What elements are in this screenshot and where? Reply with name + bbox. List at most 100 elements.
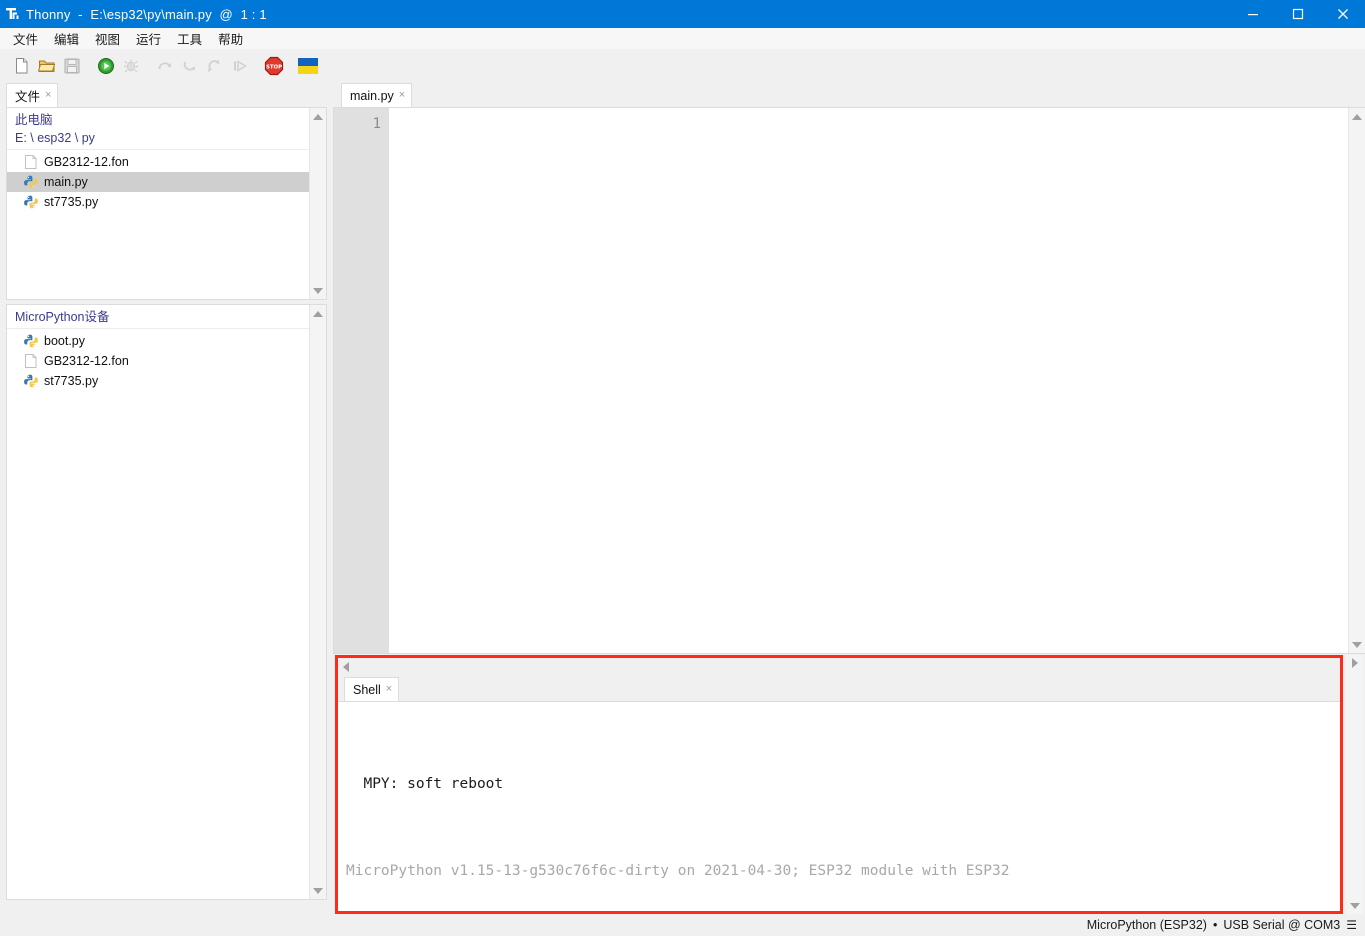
- files-panel-tabrow: 文件 ×: [0, 82, 333, 107]
- toolbar-sep-2: [143, 54, 152, 79]
- list-item[interactable]: main.py: [7, 172, 326, 192]
- toolbar-sep-3: [252, 54, 261, 79]
- close-button[interactable]: [1320, 0, 1365, 28]
- thonny-icon: [0, 0, 26, 28]
- list-item[interactable]: st7735.py: [7, 371, 326, 391]
- list-item[interactable]: GB2312-12.fon: [7, 152, 326, 172]
- shell-panel: Shell × MPY: soft reboot MicroPython v1.…: [335, 655, 1343, 914]
- editor-vscrollbar[interactable]: [1348, 108, 1365, 653]
- maximize-button[interactable]: [1275, 0, 1320, 28]
- files-path-label[interactable]: E: \ esp32 \ py: [15, 129, 95, 147]
- list-item-label: st7735.py: [44, 374, 99, 388]
- editor-text[interactable]: [391, 108, 1348, 653]
- editor-body: 1: [333, 107, 1365, 654]
- device-title: MicroPython设备: [15, 310, 110, 324]
- shell-right-scrollbar[interactable]: [1346, 655, 1363, 914]
- thonny-window: Thonny - E:\esp32\py\main.py @ 1 : 1 文件 …: [0, 0, 1365, 936]
- scroll-down-arrow[interactable]: [310, 882, 327, 899]
- status-separator: •: [1212, 918, 1218, 932]
- tab-shell-close[interactable]: ×: [386, 684, 392, 695]
- editor-area: main.py × 1: [333, 82, 1365, 654]
- debug-icon[interactable]: [118, 54, 143, 79]
- toolbar-pad: [0, 54, 9, 79]
- scroll-down-arrow[interactable]: [1346, 897, 1363, 914]
- status-menu-icon[interactable]: ☰: [1346, 918, 1357, 932]
- list-item-label: main.py: [44, 175, 88, 189]
- tab-main-py-label: main.py: [350, 88, 394, 103]
- resume-icon[interactable]: [227, 54, 252, 79]
- files-tree-list: GB2312-12.fon main.py st7735.py: [7, 150, 326, 212]
- device-tree: MicroPython设备 ☰ boot.py: [6, 304, 327, 900]
- sidebar: 文件 × 此电脑 E: \ esp32 \ py ☰: [0, 82, 333, 914]
- scroll-up-arrow[interactable]: [310, 305, 327, 322]
- shell-hscroll-row[interactable]: [338, 658, 1340, 676]
- tab-main-py[interactable]: main.py ×: [341, 83, 413, 107]
- status-connection[interactable]: USB Serial @ COM3: [1223, 918, 1340, 932]
- list-item-label: st7735.py: [44, 195, 99, 209]
- list-item[interactable]: boot.py: [7, 331, 326, 351]
- window-controls: [1230, 0, 1365, 28]
- list-item-label: GB2312-12.fon: [44, 354, 129, 368]
- device-tree-scrollbar[interactable]: [309, 305, 326, 899]
- menu-help[interactable]: 帮助: [210, 27, 251, 50]
- shell-tabrow: Shell ×: [338, 676, 1340, 701]
- toolbar: STOP: [0, 50, 1365, 82]
- menu-file[interactable]: 文件: [5, 27, 46, 50]
- python-file-icon: [23, 194, 38, 210]
- device-tree-header: MicroPython设备 ☰: [7, 305, 326, 329]
- files-tree-header: 此电脑 E: \ esp32 \ py ☰: [7, 108, 326, 150]
- files-root-label[interactable]: 此电脑: [15, 111, 95, 129]
- shell-output: MPY: soft reboot MicroPython v1.15-13-g5…: [338, 702, 1340, 936]
- ukraine-flag-icon[interactable]: [295, 54, 320, 79]
- step-out-icon[interactable]: [202, 54, 227, 79]
- menu-tools[interactable]: 工具: [169, 27, 210, 50]
- scroll-down-arrow[interactable]: [310, 282, 327, 299]
- menu-bar: 文件 编辑 视图 运行 工具 帮助: [0, 28, 1365, 50]
- shell-line: MPY: soft reboot: [346, 776, 504, 792]
- menu-view[interactable]: 视图: [87, 27, 128, 50]
- python-file-icon: [23, 373, 38, 389]
- scroll-down-arrow[interactable]: [1349, 636, 1365, 653]
- tab-files[interactable]: 文件 ×: [6, 83, 59, 107]
- device-tree-list: boot.py GB2312-12.fon st7735.py: [7, 329, 326, 391]
- list-item-label: boot.py: [44, 334, 86, 348]
- line-number: 1: [372, 116, 381, 132]
- editor-tabrow: main.py ×: [333, 82, 1365, 107]
- scroll-up-arrow[interactable]: [310, 108, 327, 125]
- shell-body[interactable]: MPY: soft reboot MicroPython v1.15-13-g5…: [338, 701, 1340, 911]
- minimize-button[interactable]: [1230, 0, 1275, 28]
- new-file-icon[interactable]: [9, 54, 34, 79]
- blank-file-icon: [23, 154, 38, 170]
- title-bar: Thonny - E:\esp32\py\main.py @ 1 : 1: [0, 0, 1365, 28]
- status-interpreter[interactable]: MicroPython (ESP32): [1087, 918, 1207, 932]
- list-item[interactable]: st7735.py: [7, 192, 326, 212]
- blank-file-icon: [23, 353, 38, 369]
- run-icon[interactable]: [93, 54, 118, 79]
- files-tree: 此电脑 E: \ esp32 \ py ☰ GB2312-12.fon: [6, 107, 327, 300]
- scroll-left-arrow[interactable]: [343, 662, 349, 672]
- svg-text:STOP: STOP: [265, 65, 281, 71]
- tab-main-py-close[interactable]: ×: [399, 90, 405, 101]
- python-file-icon: [23, 174, 38, 190]
- tab-files-close[interactable]: ×: [45, 90, 51, 101]
- tab-files-label: 文件: [15, 90, 41, 104]
- toolbar-sep-4: [286, 54, 295, 79]
- stop-icon[interactable]: STOP: [261, 54, 286, 79]
- tab-shell-label: Shell: [353, 682, 381, 697]
- python-file-icon: [23, 333, 38, 349]
- shell-line: MicroPython v1.15-13-g530c76f6c-dirty on…: [346, 863, 1010, 879]
- save-file-icon[interactable]: [59, 54, 84, 79]
- menu-run[interactable]: 运行: [128, 27, 169, 50]
- editor-hscroll-right-arrow[interactable]: [1346, 655, 1363, 671]
- editor-gutter: 1: [334, 108, 389, 653]
- files-tree-scrollbar[interactable]: [309, 108, 326, 299]
- step-into-icon[interactable]: [177, 54, 202, 79]
- menu-edit[interactable]: 编辑: [46, 27, 87, 50]
- status-bar: MicroPython (ESP32) • USB Serial @ COM3 …: [0, 914, 1365, 936]
- step-over-icon[interactable]: [152, 54, 177, 79]
- tab-shell[interactable]: Shell ×: [344, 677, 400, 701]
- open-file-icon[interactable]: [34, 54, 59, 79]
- list-item[interactable]: GB2312-12.fon: [7, 351, 326, 371]
- scroll-up-arrow[interactable]: [1349, 108, 1365, 125]
- window-title: Thonny - E:\esp32\py\main.py @ 1 : 1: [26, 6, 267, 22]
